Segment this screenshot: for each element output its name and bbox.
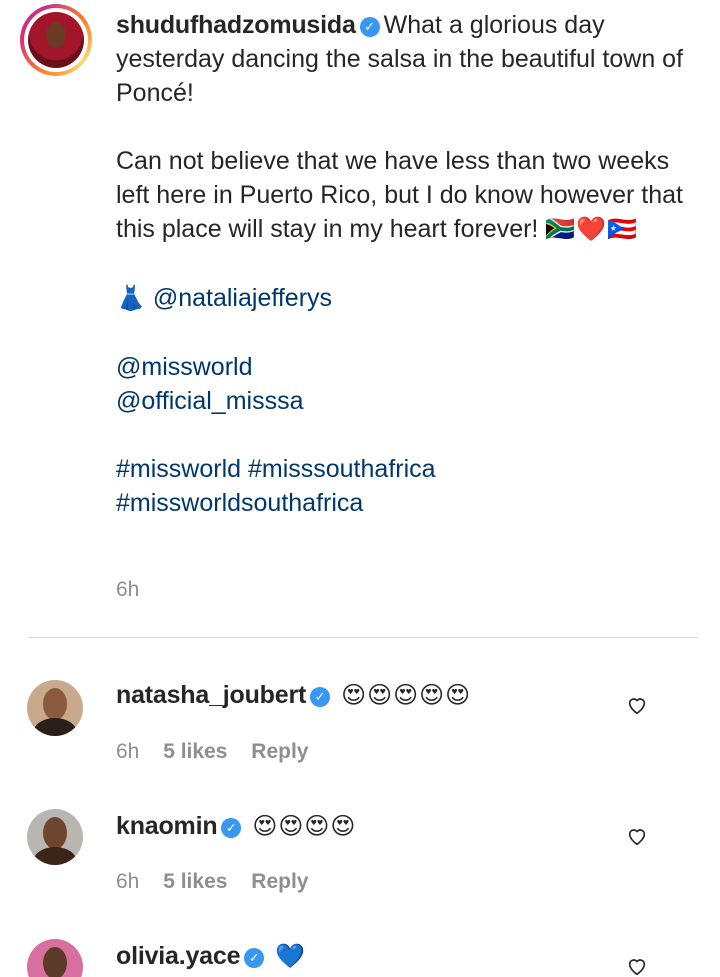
author-avatar[interactable] — [20, 4, 92, 76]
comment-item: knaomin ✓ 😍😍😍😍 6h 5 likes Reply — [0, 803, 720, 933]
heart-icon[interactable] — [626, 825, 648, 847]
flags-heart-emoji: 🇿🇦❤️🇵🇷 — [545, 216, 638, 243]
commenter-avatar[interactable] — [27, 680, 83, 736]
divider — [28, 637, 698, 638]
mention-misssa-link[interactable]: @official_misssa — [116, 384, 686, 418]
verified-icon: ✓ — [359, 17, 380, 37]
comment-time: 6h — [116, 740, 140, 763]
comment-text: 😍😍😍😍 — [252, 813, 357, 840]
verified-icon: ✓ — [221, 818, 242, 838]
comment-text: 💙 — [275, 943, 307, 970]
commenter-username[interactable]: olivia.yace — [116, 942, 240, 970]
mention-missworld-link[interactable]: @missworld — [116, 350, 686, 384]
verified-icon: ✓ — [310, 687, 331, 707]
comment-item: olivia.yace ✓ 💙 — [0, 933, 720, 977]
comment-text: 😍😍😍😍😍 — [341, 682, 472, 709]
heart-icon[interactable] — [626, 694, 648, 716]
comment-likes[interactable]: 5 likes — [163, 740, 227, 763]
commenter-username[interactable]: knaomin — [116, 812, 218, 840]
reply-button[interactable]: Reply — [251, 870, 308, 893]
caption-text: shudufhadzomusida ✓ What a glorious day ye… — [116, 8, 686, 520]
hashtags-line-2[interactable]: #missworldsouthafrica — [116, 486, 686, 520]
comment-likes[interactable]: 5 likes — [163, 870, 227, 893]
commenter-avatar[interactable] — [27, 939, 83, 977]
author-username[interactable]: shudufhadzomusida — [116, 11, 356, 39]
comment-time: 6h — [116, 870, 140, 893]
reply-button[interactable]: Reply — [251, 740, 308, 763]
post-timestamp: 6h — [116, 578, 140, 601]
mention-designer-link[interactable]: @nataliajefferys — [153, 284, 332, 312]
hashtags-line-1[interactable]: #missworld #misssouthafrica — [116, 452, 686, 486]
verified-icon: ✓ — [244, 948, 265, 968]
comment-item: natasha_joubert ✓ 😍😍😍😍😍 6h 5 likes Reply — [0, 672, 720, 802]
heart-icon[interactable] — [626, 955, 648, 977]
commenter-username[interactable]: natasha_joubert — [116, 681, 306, 709]
commenter-avatar[interactable] — [27, 809, 83, 865]
dress-icon: 👗 — [116, 285, 146, 312]
